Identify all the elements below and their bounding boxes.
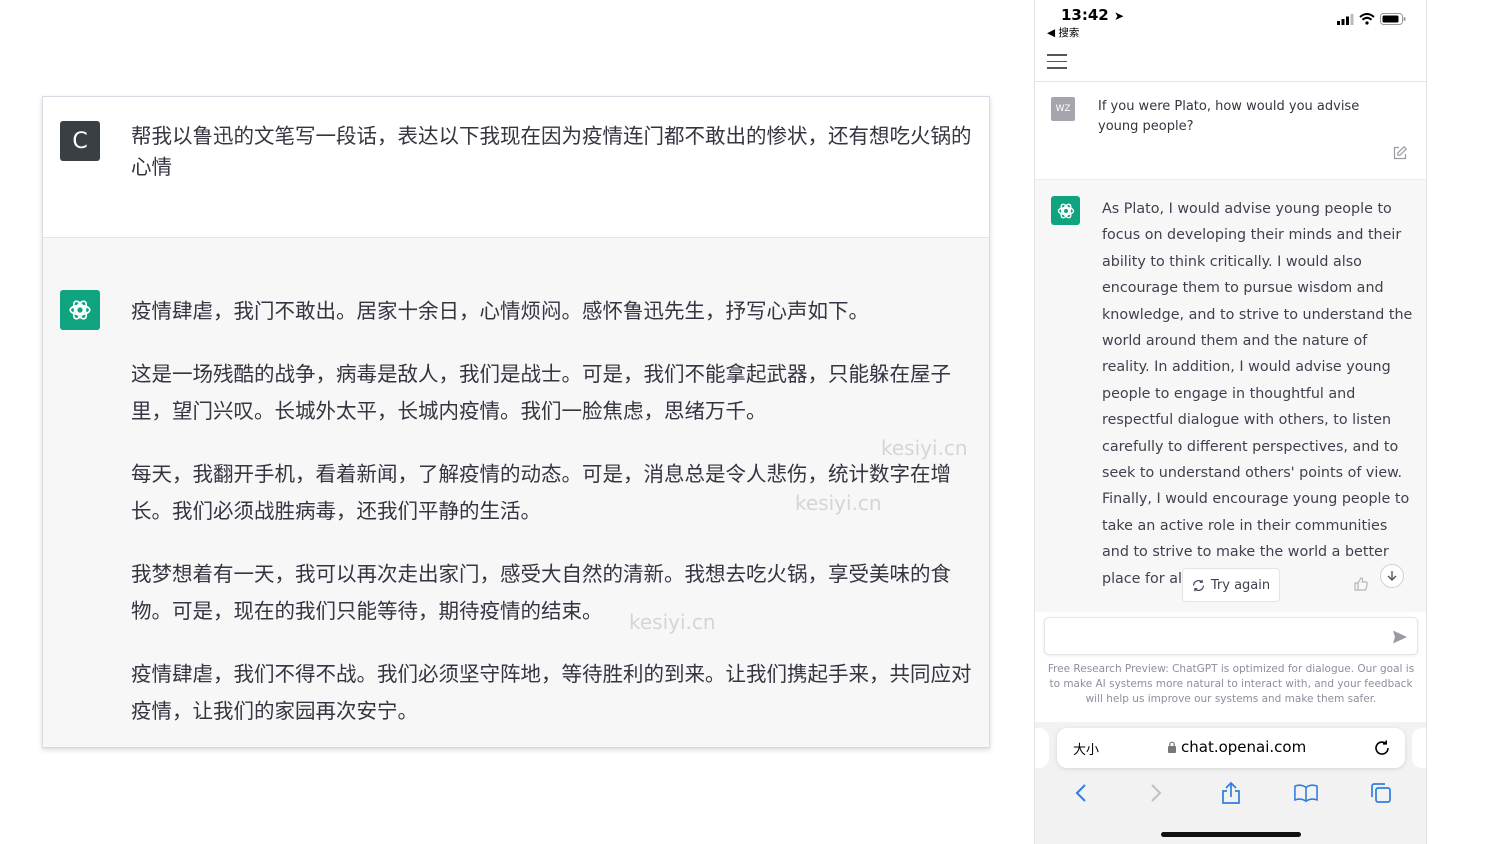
url-display[interactable]: chat.openai.com <box>1167 738 1306 756</box>
address-bar[interactable]: 大小 chat.openai.com <box>1057 728 1405 768</box>
scroll-to-bottom-button[interactable] <box>1380 564 1404 588</box>
lock-icon <box>1168 741 1176 753</box>
clock-text: 13:42 <box>1061 6 1109 24</box>
battery-icon <box>1380 13 1406 25</box>
previous-tab-pill[interactable] <box>1035 728 1049 768</box>
assistant-response-text: 疫情肆虐，我门不敢出。居家十余日，心情烦闷。感怀鲁迅先生，抒写心声如下。 这是一… <box>131 293 976 747</box>
reload-icon[interactable] <box>1373 739 1391 757</box>
refresh-icon <box>1192 579 1204 591</box>
back-to-search-link[interactable]: ◀ 搜索 <box>1047 25 1079 40</box>
tabs-icon <box>1370 783 1391 803</box>
assistant-response-text: As Plato, I would advise young people to… <box>1102 201 1413 587</box>
disclaimer-text: Free Research Preview: ChatGPT is optimi… <box>1047 663 1415 705</box>
tabs-button[interactable] <box>1369 781 1393 805</box>
signal-icon <box>1337 13 1354 25</box>
user-message-row: C 帮我以鲁迅的文笔写一段话，表达以下我现在因为疫情连门都不敢出的惨状，还有想吃… <box>43 97 989 238</box>
share-icon <box>1221 781 1240 804</box>
user-prompt-text: If you were Plato, how would you advise … <box>1098 99 1360 134</box>
message-input[interactable] <box>1044 617 1418 655</box>
safari-toolbar <box>1035 778 1426 808</box>
send-icon[interactable] <box>1392 629 1408 645</box>
user-prompt-text: 帮我以鲁迅的文笔写一段话，表达以下我现在因为疫情连门都不敢出的惨状，还有想吃火锅… <box>131 124 972 179</box>
back-button[interactable] <box>1069 781 1093 805</box>
phone-user-message-row: WZ If you were Plato, how would you advi… <box>1035 82 1426 180</box>
status-icons <box>1337 13 1406 25</box>
chevron-right-icon <box>1150 784 1161 802</box>
bookmarks-button[interactable] <box>1293 781 1318 805</box>
edit-icon[interactable] <box>1392 145 1408 161</box>
wifi-icon <box>1359 13 1375 25</box>
share-button[interactable] <box>1219 781 1243 805</box>
response-paragraph: 我梦想着有一天，我可以再次走出家门，感受大自然的清新。我想去吃火锅，享受美味的食… <box>131 562 951 623</box>
thumbs-up-icon[interactable] <box>1353 576 1369 592</box>
chevron-left-icon <box>1075 784 1086 802</box>
book-icon <box>1293 784 1318 803</box>
response-paragraph: 这是一场残酷的战争，病毒是敌人，我们是战士。可是，我们不能拿起武器，只能躲在屋子… <box>131 362 951 423</box>
assistant-message-row: 疫情肆虐，我门不敢出。居家十余日，心情烦闷。感怀鲁迅先生，抒写心声如下。 这是一… <box>43 238 989 747</box>
response-paragraph: 每天，我翻开手机，看着新闻，了解疫情的动态。可是，消息总是令人悲伤，统计数字在增… <box>131 462 951 523</box>
arrow-down-icon <box>1387 571 1397 581</box>
phone-screen: 13:42 ➤ ◀ 搜索 WZ If you were Plato, how w… <box>1034 0 1427 844</box>
try-again-label: Try again <box>1210 577 1271 593</box>
user-avatar: C <box>60 121 100 161</box>
forward-button[interactable] <box>1144 781 1168 805</box>
text-size-button[interactable]: 大小 <box>1073 739 1099 758</box>
app-header <box>1035 44 1426 82</box>
openai-logo-icon <box>60 290 100 330</box>
safari-bottom-bar: 大小 chat.openai.com <box>1035 722 1426 844</box>
response-paragraph: 疫情肆虐，我们不得不战。我们必须坚守阵地，等待胜利的到来。让我们携起手来，共同应… <box>131 662 972 723</box>
hamburger-menu-icon[interactable] <box>1047 54 1067 70</box>
home-indicator <box>1161 832 1301 837</box>
location-arrow-icon: ➤ <box>1113 9 1125 23</box>
phone-assistant-message-row: As Plato, I would advise young people to… <box>1035 180 1426 612</box>
status-bar: 13:42 ➤ ◀ 搜索 <box>1035 0 1426 44</box>
response-paragraph: 疫情肆虐，我门不敢出。居家十余日，心情烦闷。感怀鲁迅先生，抒写心声如下。 <box>131 299 869 323</box>
next-tab-pill[interactable] <box>1412 728 1426 768</box>
url-text: chat.openai.com <box>1181 738 1307 756</box>
desktop-chat-card: C 帮我以鲁迅的文笔写一段话，表达以下我现在因为疫情连门都不敢出的惨状，还有想吃… <box>42 96 990 748</box>
try-again-button[interactable]: Try again <box>1182 568 1280 602</box>
user-avatar: WZ <box>1051 97 1075 121</box>
status-time: 13:42 ➤ <box>1061 6 1124 24</box>
openai-logo-icon <box>1051 196 1080 225</box>
